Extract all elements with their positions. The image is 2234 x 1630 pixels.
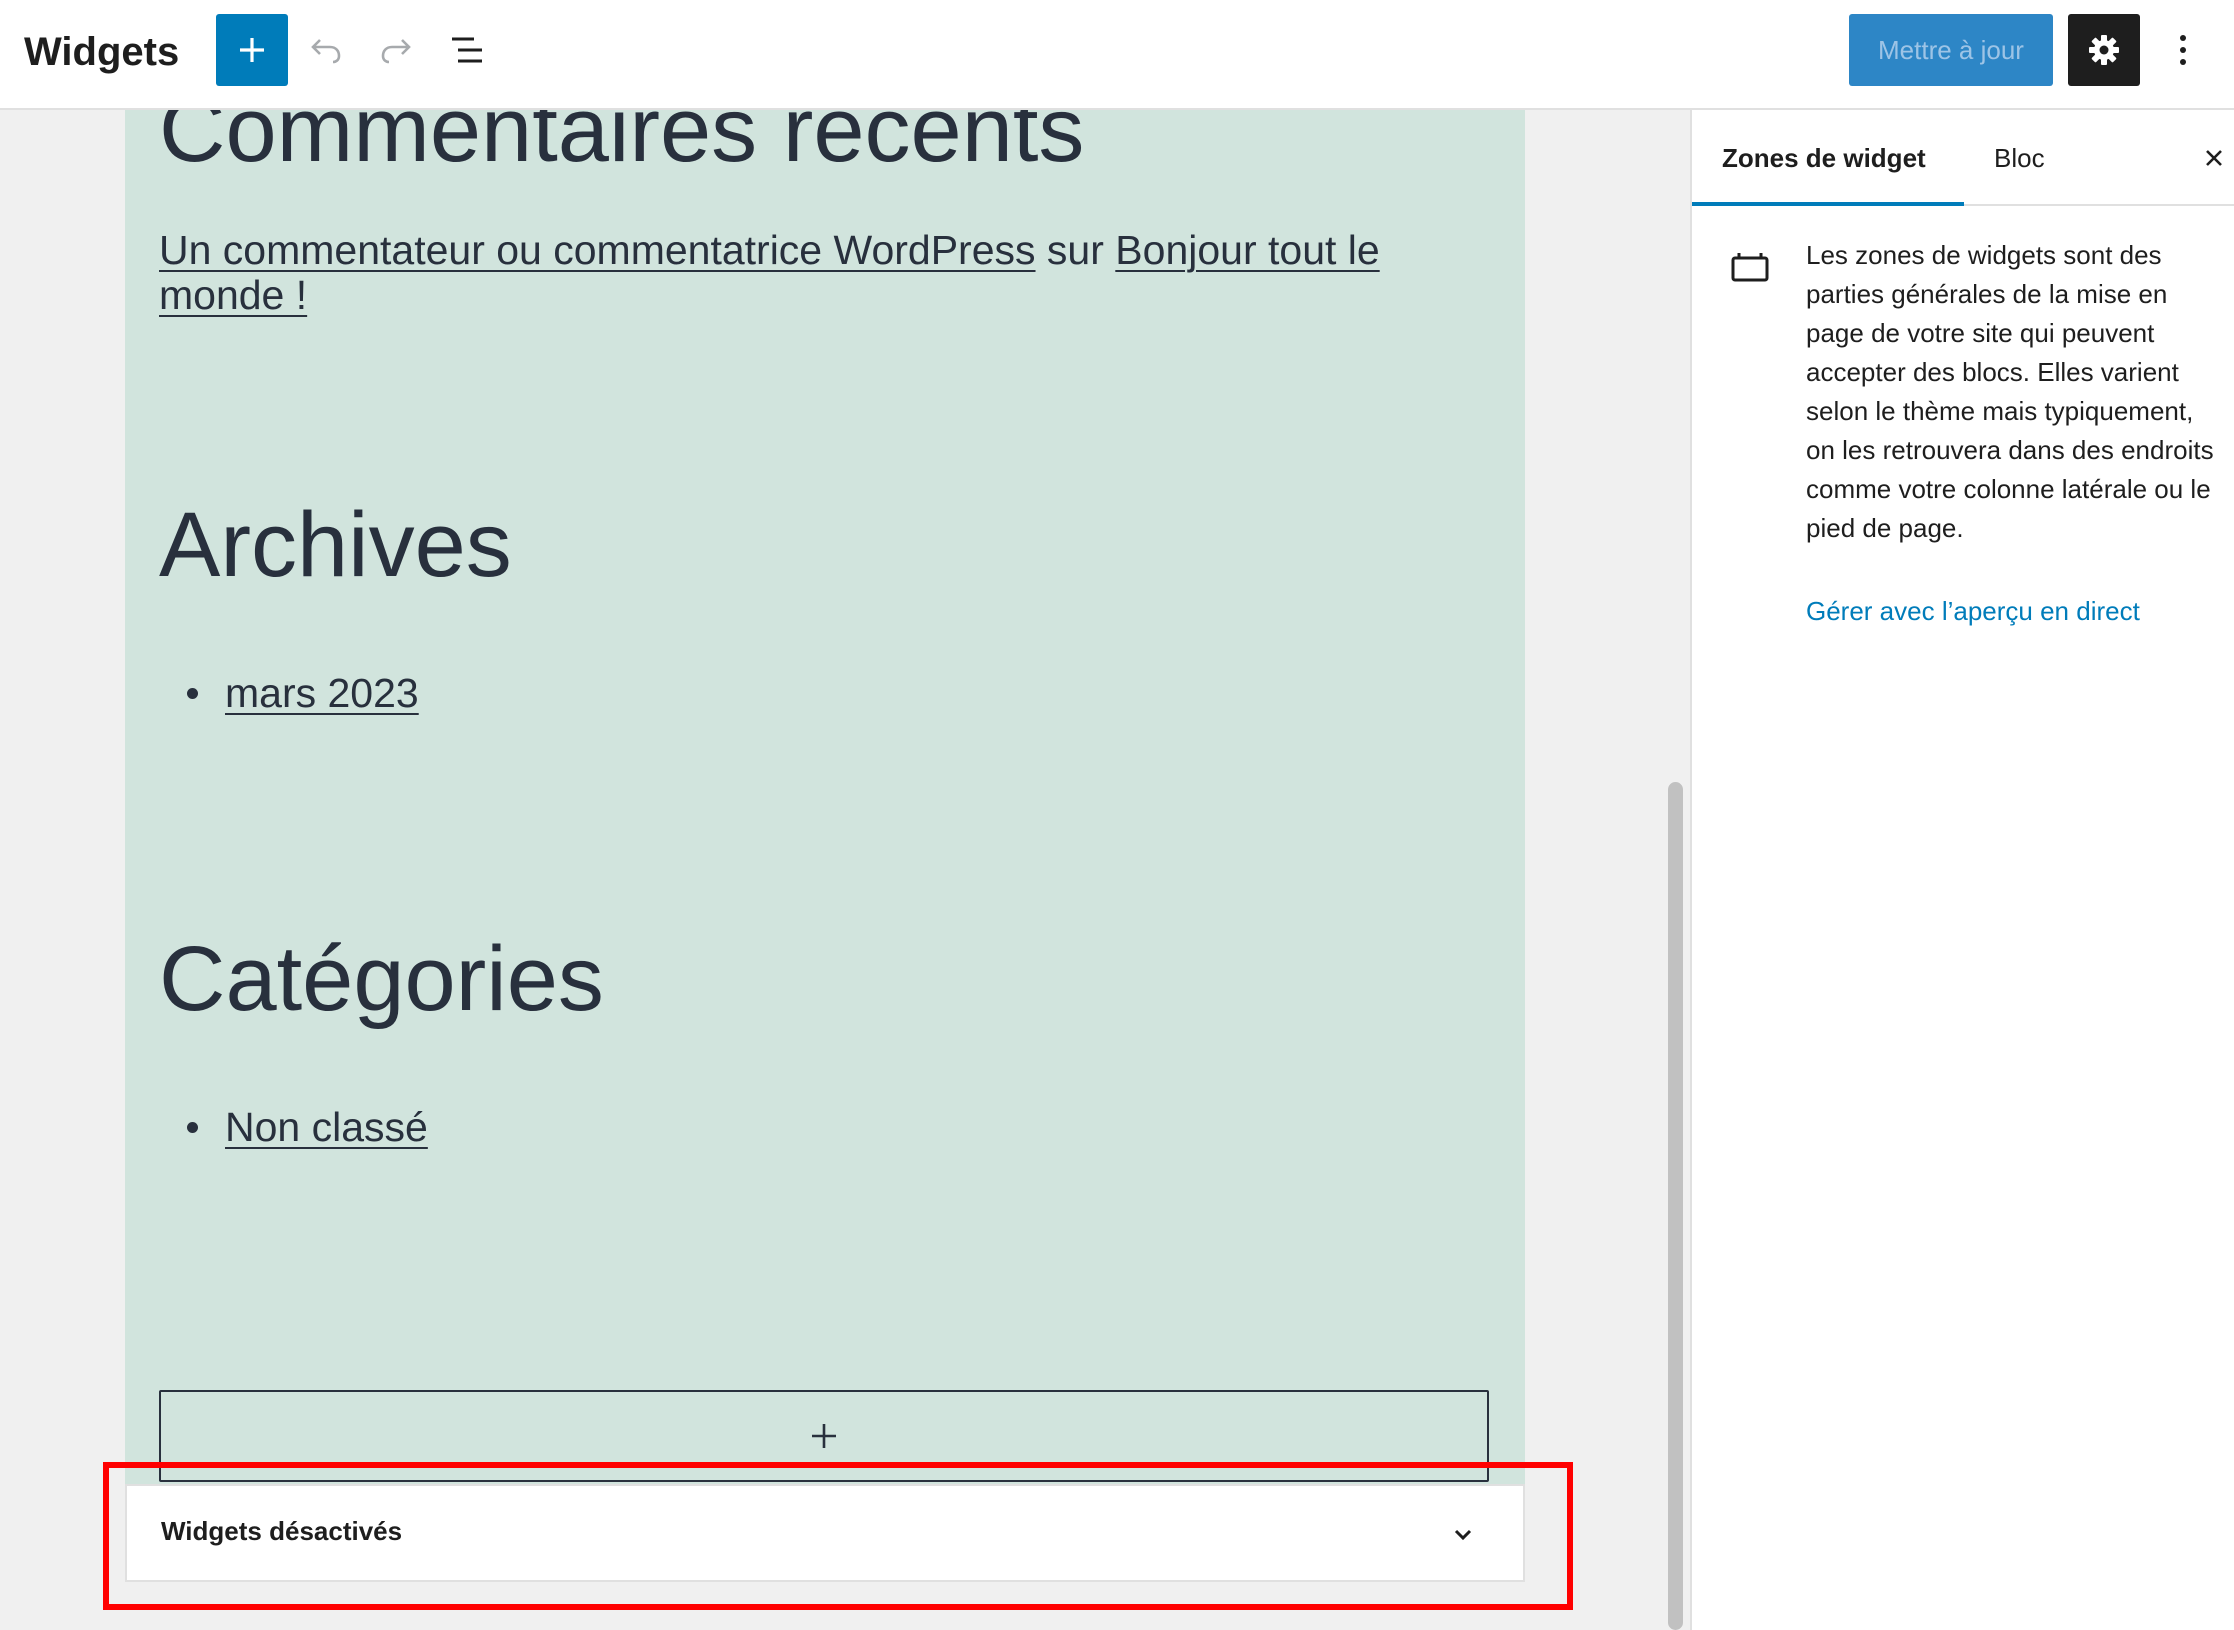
bullet (187, 688, 198, 699)
tab-block[interactable]: Bloc (1994, 110, 2045, 206)
recent-comments-heading[interactable]: Commentaires récents (159, 110, 1084, 190)
undo-icon (311, 39, 341, 64)
list-view-button[interactable] (438, 20, 498, 80)
undo-button[interactable] (296, 20, 356, 80)
recent-comment-item: Un commentateur ou commentatrice WordPre… (159, 228, 1459, 318)
widget-area[interactable]: Commentaires récents Un commentateur ou … (125, 110, 1525, 1538)
tab-widget-areas[interactable]: Zones de widget (1722, 110, 1926, 206)
archive-link[interactable]: mars 2023 (225, 670, 419, 716)
list-view-icon (452, 37, 482, 63)
active-tab-indicator (1692, 202, 1964, 206)
comment-on-text: sur (1046, 227, 1104, 273)
close-icon (2206, 150, 2222, 166)
category-link[interactable]: Non classé (225, 1104, 428, 1150)
comment-author-link[interactable]: Un commentateur ou commentatrice WordPre… (159, 227, 1036, 273)
widget-area-icon (1730, 248, 1770, 288)
inactive-widgets-panel[interactable]: Widgets désactivés (125, 1484, 1525, 1582)
expand-toggle[interactable] (1443, 1514, 1483, 1554)
more-vertical-icon (2180, 35, 2186, 65)
archives-heading[interactable]: Archives (159, 490, 512, 600)
redo-button[interactable] (366, 20, 426, 80)
settings-sidebar: Zones de widget Bloc Les zones de widget… (1690, 110, 2234, 1630)
inactive-widgets-label: Widgets désactivés (161, 1516, 403, 1546)
widget-areas-description: Les zones de widgets sont des parties gé… (1806, 240, 2214, 543)
close-sidebar-button[interactable] (2194, 138, 2234, 178)
sidebar-tabs: Zones de widget Bloc (1692, 110, 2234, 206)
update-button-label: Mettre à jour (1878, 34, 2024, 65)
gear-icon (2089, 35, 2119, 65)
plus-icon (240, 38, 264, 62)
list-item: mars 2023 (187, 668, 419, 718)
chevron-down-icon (1454, 1529, 1472, 1541)
settings-button[interactable] (2068, 14, 2140, 86)
scrollbar-thumb[interactable] (1668, 782, 1683, 1630)
editor-toolbar: Widgets Mettre à jour (0, 0, 2234, 110)
editor-canvas: Commentaires récents Un commentateur ou … (0, 110, 1690, 1630)
page-title: Widgets (24, 30, 180, 74)
update-button[interactable]: Mettre à jour (1849, 14, 2053, 86)
list-item: Non classé (187, 1102, 428, 1152)
bullet (187, 1122, 198, 1133)
manage-live-preview-link[interactable]: Gérer avec l’aperçu en direct (1806, 592, 2140, 631)
plus-icon (812, 1424, 836, 1448)
add-block-button[interactable] (216, 14, 288, 86)
categories-heading[interactable]: Catégories (159, 924, 604, 1034)
options-menu-button[interactable] (2160, 20, 2206, 80)
redo-icon (381, 39, 411, 64)
